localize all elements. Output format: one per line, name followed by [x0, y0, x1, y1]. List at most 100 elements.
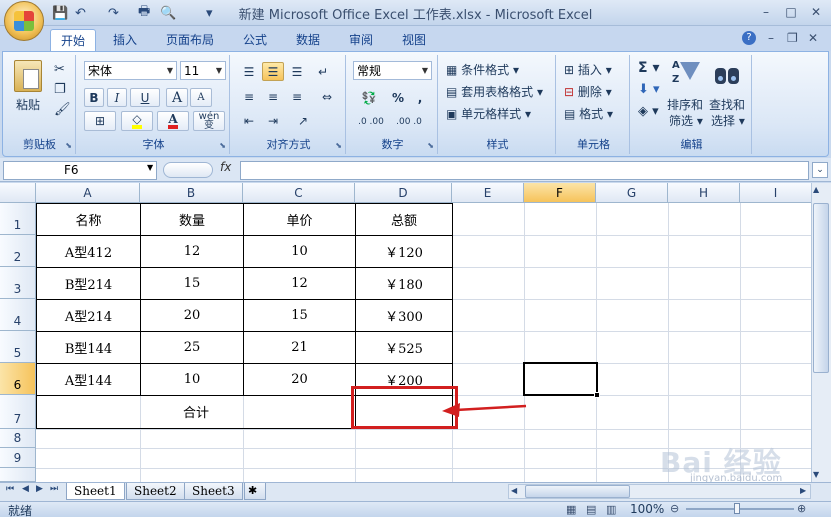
- delete-cells-button[interactable]: ⊟ 删除 ▾: [564, 83, 612, 100]
- table-row-3-total[interactable]: ￥300: [356, 299, 452, 331]
- underline-button[interactable]: U: [130, 88, 160, 107]
- align-right-icon[interactable]: ≡: [286, 87, 308, 106]
- font-launcher-icon[interactable]: ⬊: [219, 141, 226, 150]
- scroll-left-icon[interactable]: ◀: [511, 486, 517, 495]
- row-header-8[interactable]: 8: [0, 429, 36, 448]
- column-header-f[interactable]: F: [524, 183, 596, 203]
- grow-font-button[interactable]: A: [166, 88, 188, 107]
- bold-button[interactable]: B: [84, 88, 104, 107]
- select-all-corner[interactable]: [0, 183, 36, 203]
- tab-formulas[interactable]: 公式: [233, 29, 277, 51]
- font-size-select[interactable]: 11 ▼: [180, 61, 226, 80]
- row-header-6[interactable]: 6: [0, 363, 36, 395]
- fill-color-button[interactable]: ◇: [121, 111, 153, 131]
- table-row-1-qty[interactable]: 12: [141, 235, 243, 267]
- expand-formula-bar-icon[interactable]: ⌄: [812, 162, 828, 178]
- shrink-font-button[interactable]: A: [190, 88, 212, 107]
- table-row-3-price[interactable]: 15: [244, 299, 355, 331]
- first-sheet-icon[interactable]: ⏮: [6, 484, 14, 494]
- column-header-g[interactable]: G: [596, 183, 668, 203]
- formula-input[interactable]: [240, 161, 809, 180]
- table-row-4-qty[interactable]: 25: [141, 331, 243, 363]
- table-row-2-name[interactable]: B型214: [37, 267, 140, 299]
- scroll-up-icon[interactable]: ▲: [813, 185, 819, 194]
- increase-decimal-button[interactable]: .0 .00: [354, 112, 388, 131]
- row-header-1[interactable]: 1: [0, 203, 36, 235]
- paste-icon[interactable]: [14, 60, 42, 92]
- currency-icon[interactable]: 💱: [354, 88, 384, 107]
- table-row-5-price[interactable]: 20: [244, 363, 355, 395]
- wrap-text-icon[interactable]: ↵: [312, 62, 334, 81]
- column-header-i[interactable]: I: [740, 183, 811, 203]
- sheet-tab-1[interactable]: Sheet1: [66, 483, 125, 500]
- format-as-table-button[interactable]: ▤ 套用表格格式 ▾: [446, 83, 543, 100]
- decrease-decimal-button[interactable]: .00 .0: [392, 112, 426, 131]
- last-sheet-icon[interactable]: ⏭: [50, 484, 58, 494]
- column-header-c[interactable]: C: [243, 183, 355, 203]
- table-row-3-name[interactable]: A型214: [37, 299, 140, 331]
- page-break-view-icon[interactable]: ▥: [606, 503, 616, 516]
- conditional-format-button[interactable]: ▦ 条件格式 ▾: [446, 61, 519, 78]
- tab-review[interactable]: 审阅: [339, 29, 383, 51]
- find-select-label[interactable]: 查找和: [709, 96, 745, 113]
- table-row-2-total[interactable]: ￥180: [356, 267, 452, 299]
- tab-home[interactable]: 开始: [50, 29, 97, 51]
- cell-b1[interactable]: 数量: [141, 203, 243, 235]
- vertical-scroll-thumb[interactable]: [813, 203, 829, 373]
- fill-icon[interactable]: ⬇ ▾: [638, 82, 660, 97]
- column-header-e[interactable]: E: [452, 183, 524, 203]
- row-header-2[interactable]: 2: [0, 235, 36, 267]
- workbook-restore-button[interactable]: ❐: [787, 31, 798, 45]
- column-header-h[interactable]: H: [668, 183, 740, 203]
- scroll-down-icon[interactable]: ▼: [813, 470, 819, 479]
- clear-icon[interactable]: ◈ ▾: [638, 104, 659, 119]
- orientation-icon[interactable]: ↗: [288, 111, 318, 130]
- percent-button[interactable]: %: [388, 88, 408, 107]
- sort-filter-icon[interactable]: A Z: [672, 60, 700, 90]
- horizontal-scroll-thumb[interactable]: [525, 485, 630, 498]
- align-middle-icon[interactable]: ☰: [262, 62, 284, 81]
- worksheet-grid[interactable]: A B C D E F G H I 1 2 3 4 5 6 7 8 9 名称 数…: [0, 183, 811, 482]
- table-row-1-name[interactable]: A型412: [37, 235, 140, 267]
- table-row-3-qty[interactable]: 20: [141, 299, 243, 331]
- font-color-button[interactable]: A: [157, 111, 189, 131]
- cell-d1[interactable]: 总额: [356, 203, 452, 235]
- sheet-tab-3[interactable]: Sheet3: [184, 483, 243, 500]
- minimize-button[interactable]: –: [755, 3, 777, 21]
- table-row-4-name[interactable]: B型144: [37, 331, 140, 363]
- normal-view-icon[interactable]: ▦: [566, 503, 576, 516]
- tab-page-layout[interactable]: 页面布局: [156, 29, 224, 51]
- table-row-1-total[interactable]: ￥120: [356, 235, 452, 267]
- column-header-a[interactable]: A: [36, 183, 140, 203]
- scroll-right-icon[interactable]: ▶: [800, 486, 806, 495]
- copy-icon[interactable]: ❐: [54, 82, 66, 97]
- table-row-4-price[interactable]: 21: [244, 331, 355, 363]
- office-button[interactable]: [4, 1, 44, 41]
- formula-bar-splitter[interactable]: [163, 162, 213, 178]
- insert-sheet-icon[interactable]: ✱: [244, 483, 266, 500]
- cell-a1[interactable]: 名称: [37, 203, 140, 235]
- table-row-5-name[interactable]: A型144: [37, 363, 140, 395]
- help-icon[interactable]: ?: [742, 31, 756, 45]
- insert-function-button[interactable]: fx: [220, 160, 231, 174]
- align-left-icon[interactable]: ≡: [238, 87, 260, 106]
- number-launcher-icon[interactable]: ⬊: [427, 141, 434, 150]
- name-box-dropdown-icon[interactable]: ▼: [147, 163, 153, 172]
- name-box[interactable]: F6: [3, 161, 157, 180]
- insert-cells-button[interactable]: ⊞ 插入 ▾: [564, 61, 612, 78]
- merge-center-icon[interactable]: ⇔: [312, 87, 342, 106]
- cut-icon[interactable]: ✂: [54, 62, 65, 77]
- maximize-button[interactable]: □: [780, 3, 802, 21]
- prev-sheet-icon[interactable]: ◀: [22, 484, 29, 494]
- tab-insert[interactable]: 插入: [103, 29, 147, 51]
- borders-button[interactable]: ⊞: [84, 111, 116, 131]
- fill-handle[interactable]: [594, 392, 600, 398]
- table-row-2-qty[interactable]: 15: [141, 267, 243, 299]
- align-bottom-icon[interactable]: ☰: [286, 62, 308, 81]
- zoom-slider[interactable]: [686, 508, 794, 510]
- italic-button[interactable]: I: [107, 88, 127, 107]
- clipboard-launcher-icon[interactable]: ⬊: [65, 141, 72, 150]
- next-sheet-icon[interactable]: ▶: [36, 484, 43, 494]
- row-header-4[interactable]: 4: [0, 299, 36, 331]
- table-row-5-qty[interactable]: 10: [141, 363, 243, 395]
